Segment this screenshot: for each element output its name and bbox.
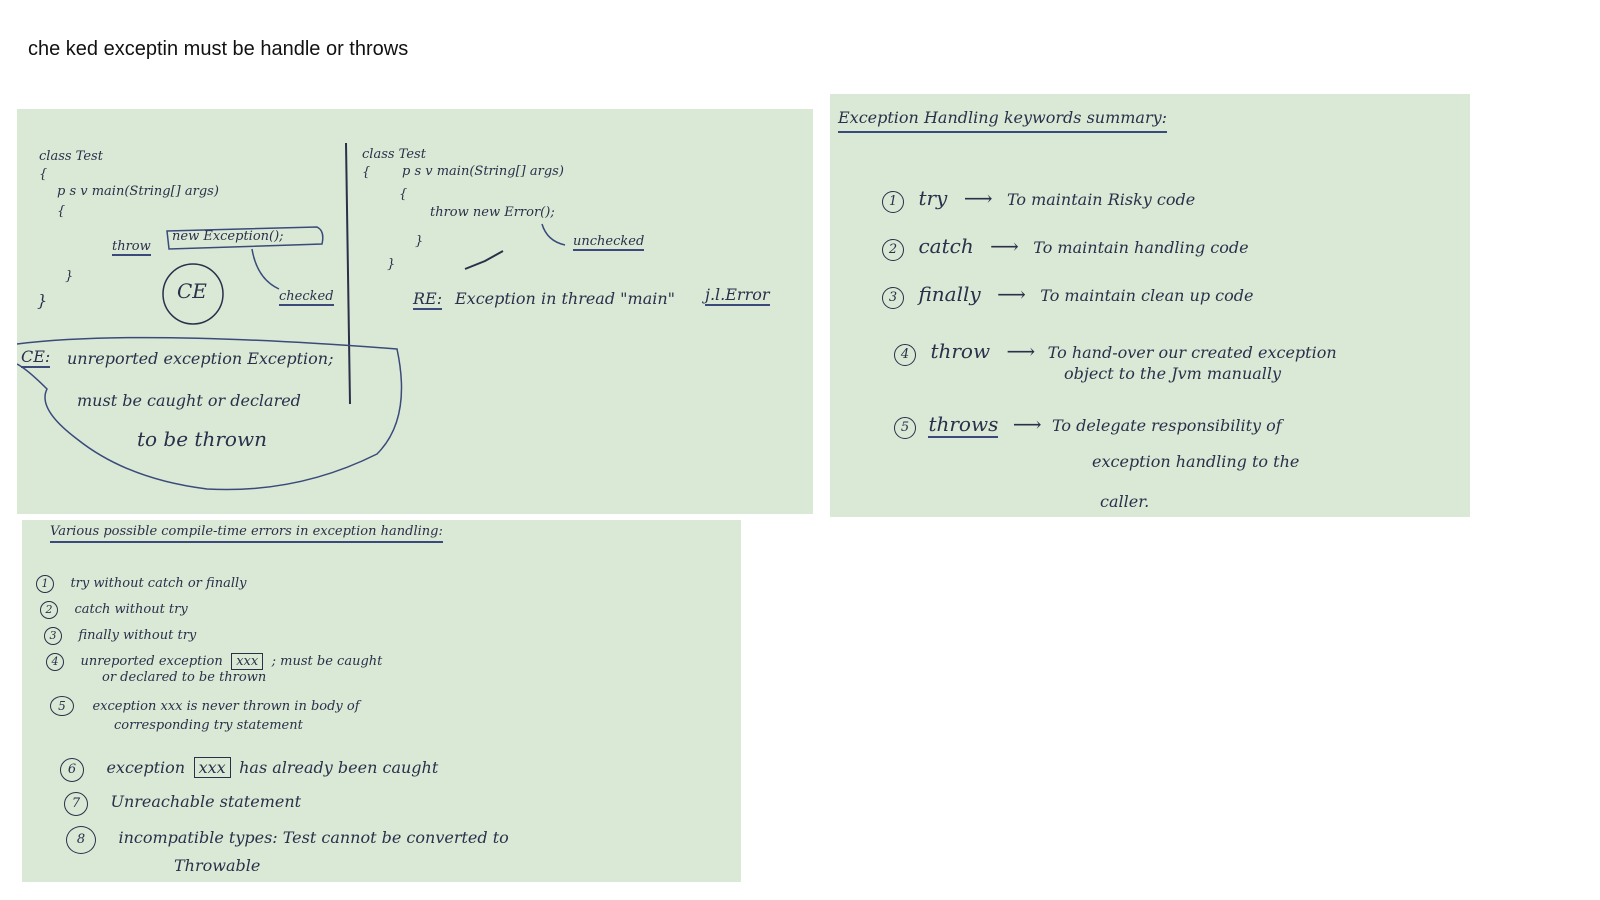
error-text-cont: or declared to be thrown bbox=[102, 670, 267, 685]
arrow-icon: ⟶ bbox=[963, 186, 993, 210]
runtime-error-message: Exception in thread "main" bbox=[455, 289, 676, 308]
item-number-circle: 3 bbox=[882, 287, 904, 309]
brace-close-main-1: } bbox=[65, 269, 74, 284]
keyword-item: 5 throws ⟶ To delegate responsibility of bbox=[894, 412, 1282, 439]
keyword-try: try bbox=[918, 186, 948, 210]
item-number-circle: 4 bbox=[46, 653, 64, 671]
error-boxed-placeholder: xxx bbox=[231, 653, 264, 670]
error-text: has already been caught bbox=[239, 758, 439, 777]
error-text: incompatible types: Test cannot be conve… bbox=[118, 828, 509, 847]
checked-label: checked bbox=[279, 289, 334, 306]
error-text: exception xxx is never thrown in body of bbox=[92, 699, 360, 714]
error-text-cont: corresponding try statement bbox=[114, 718, 303, 733]
class-test-2: class Test bbox=[362, 147, 426, 162]
keyword-throws-desc-2: exception handling to the bbox=[1092, 452, 1300, 471]
item-number-circle: 1 bbox=[36, 575, 54, 593]
main-signature-2: p s v main(String[] args) bbox=[402, 164, 564, 179]
brace-close-1: } bbox=[37, 291, 48, 310]
arrow-icon: ⟶ bbox=[990, 234, 1019, 258]
ce-circle-label: CE bbox=[177, 279, 207, 303]
throw-new-error-statement: throw new Error(); bbox=[430, 205, 555, 220]
error-text-cont: Throwable bbox=[174, 856, 261, 875]
item-number-circle: 2 bbox=[882, 239, 904, 261]
compile-error-line-1: unreported exception Exception; bbox=[67, 349, 334, 368]
arrow-icon: ⟶ bbox=[997, 282, 1026, 306]
brace-close-main-2: } bbox=[415, 234, 424, 249]
error-text: ; must be caught bbox=[271, 654, 383, 669]
error-item: 6 exception xxx has already been caught bbox=[60, 757, 439, 782]
runtime-error-class: j.l.Error bbox=[705, 285, 770, 306]
item-number-circle: 4 bbox=[894, 344, 916, 366]
keyword-throws-desc-1: To delegate responsibility of bbox=[1051, 416, 1282, 435]
error-item: 5 exception xxx is never thrown in body … bbox=[50, 696, 360, 716]
error-item: 1 try without catch or finally bbox=[36, 574, 246, 593]
item-number-circle: 2 bbox=[40, 601, 58, 619]
board-throw-example: class Test { p s v main(String[] args) {… bbox=[17, 109, 813, 514]
error-text: finally without try bbox=[78, 628, 197, 643]
keyword-finally: finally bbox=[918, 282, 981, 306]
keyword-throws: throws bbox=[928, 412, 999, 438]
brace-open-main-2: { bbox=[399, 187, 408, 202]
error-text: try without catch or finally bbox=[70, 576, 247, 591]
compile-error-label: CE: bbox=[21, 347, 51, 368]
error-item: 3 finally without try bbox=[44, 626, 196, 645]
arrow-icon: ⟶ bbox=[1006, 339, 1036, 363]
keyword-item: 2 catch ⟶ To maintain handling code bbox=[882, 234, 1249, 261]
error-item: 4 unreported exception xxx ; must be cau… bbox=[46, 652, 382, 671]
keyword-throw-desc-1: To hand-over our created exception bbox=[1047, 343, 1337, 362]
board-compile-errors: Various possible compile-time errors in … bbox=[22, 520, 741, 882]
keyword-try-desc: To maintain Risky code bbox=[1006, 190, 1196, 209]
new-exception-statement: new Exception(); bbox=[172, 229, 284, 244]
compile-errors-title: Various possible compile-time errors in … bbox=[50, 524, 443, 543]
item-number-circle: 5 bbox=[894, 417, 916, 439]
arrow-icon: ⟶ bbox=[1012, 412, 1042, 436]
brace-close-2: } bbox=[387, 257, 396, 272]
compile-error-line-3: to be thrown bbox=[137, 427, 267, 451]
runtime-error-label: RE: bbox=[413, 289, 443, 310]
keyword-throw: throw bbox=[930, 339, 991, 363]
class-test-1: class Test bbox=[39, 149, 103, 164]
error-item: 2 catch without try bbox=[40, 600, 188, 619]
board-keywords-summary: Exception Handling keywords summary: 1 t… bbox=[830, 94, 1470, 517]
error-text: exception bbox=[106, 758, 186, 777]
error-text: catch without try bbox=[74, 602, 188, 617]
keyword-catch: catch bbox=[918, 234, 974, 258]
keyword-item: 4 throw ⟶ To hand-over our created excep… bbox=[894, 339, 1337, 366]
item-number-circle: 1 bbox=[882, 191, 904, 213]
brace-open-2: { bbox=[362, 165, 371, 180]
keyword-catch-desc: To maintain handling code bbox=[1033, 238, 1249, 257]
brace-open-1: { bbox=[39, 167, 48, 182]
error-text: Unreachable statement bbox=[110, 792, 302, 811]
throw-keyword-label: throw bbox=[112, 239, 151, 256]
keyword-throws-desc-3: caller. bbox=[1100, 492, 1150, 511]
keywords-summary-title: Exception Handling keywords summary: bbox=[838, 108, 1168, 133]
item-number-circle: 3 bbox=[44, 627, 62, 645]
brace-open-main-1: { bbox=[57, 204, 66, 219]
item-number-circle: 8 bbox=[66, 826, 96, 854]
item-number-circle: 7 bbox=[64, 792, 88, 816]
item-number-circle: 5 bbox=[50, 696, 74, 716]
error-item: 8 incompatible types: Test cannot be con… bbox=[66, 826, 509, 854]
error-boxed-placeholder: xxx bbox=[193, 757, 231, 778]
error-item: 7 Unreachable statement bbox=[64, 792, 301, 816]
keyword-finally-desc: To maintain clean up code bbox=[1040, 286, 1254, 305]
item-number-circle: 6 bbox=[60, 758, 84, 782]
keyword-item: 1 try ⟶ To maintain Risky code bbox=[882, 186, 1195, 213]
keyword-item: 3 finally ⟶ To maintain clean up code bbox=[882, 282, 1253, 309]
error-text: unreported exception bbox=[80, 654, 223, 669]
top-note: che ked exceptin must be handle or throw… bbox=[28, 38, 409, 60]
main-signature-1: p s v main(String[] args) bbox=[57, 184, 219, 199]
compile-error-line-2: must be caught or declared bbox=[77, 391, 301, 410]
keyword-throw-desc-2: object to the Jvm manually bbox=[1064, 364, 1282, 383]
unchecked-label: unchecked bbox=[573, 234, 645, 251]
